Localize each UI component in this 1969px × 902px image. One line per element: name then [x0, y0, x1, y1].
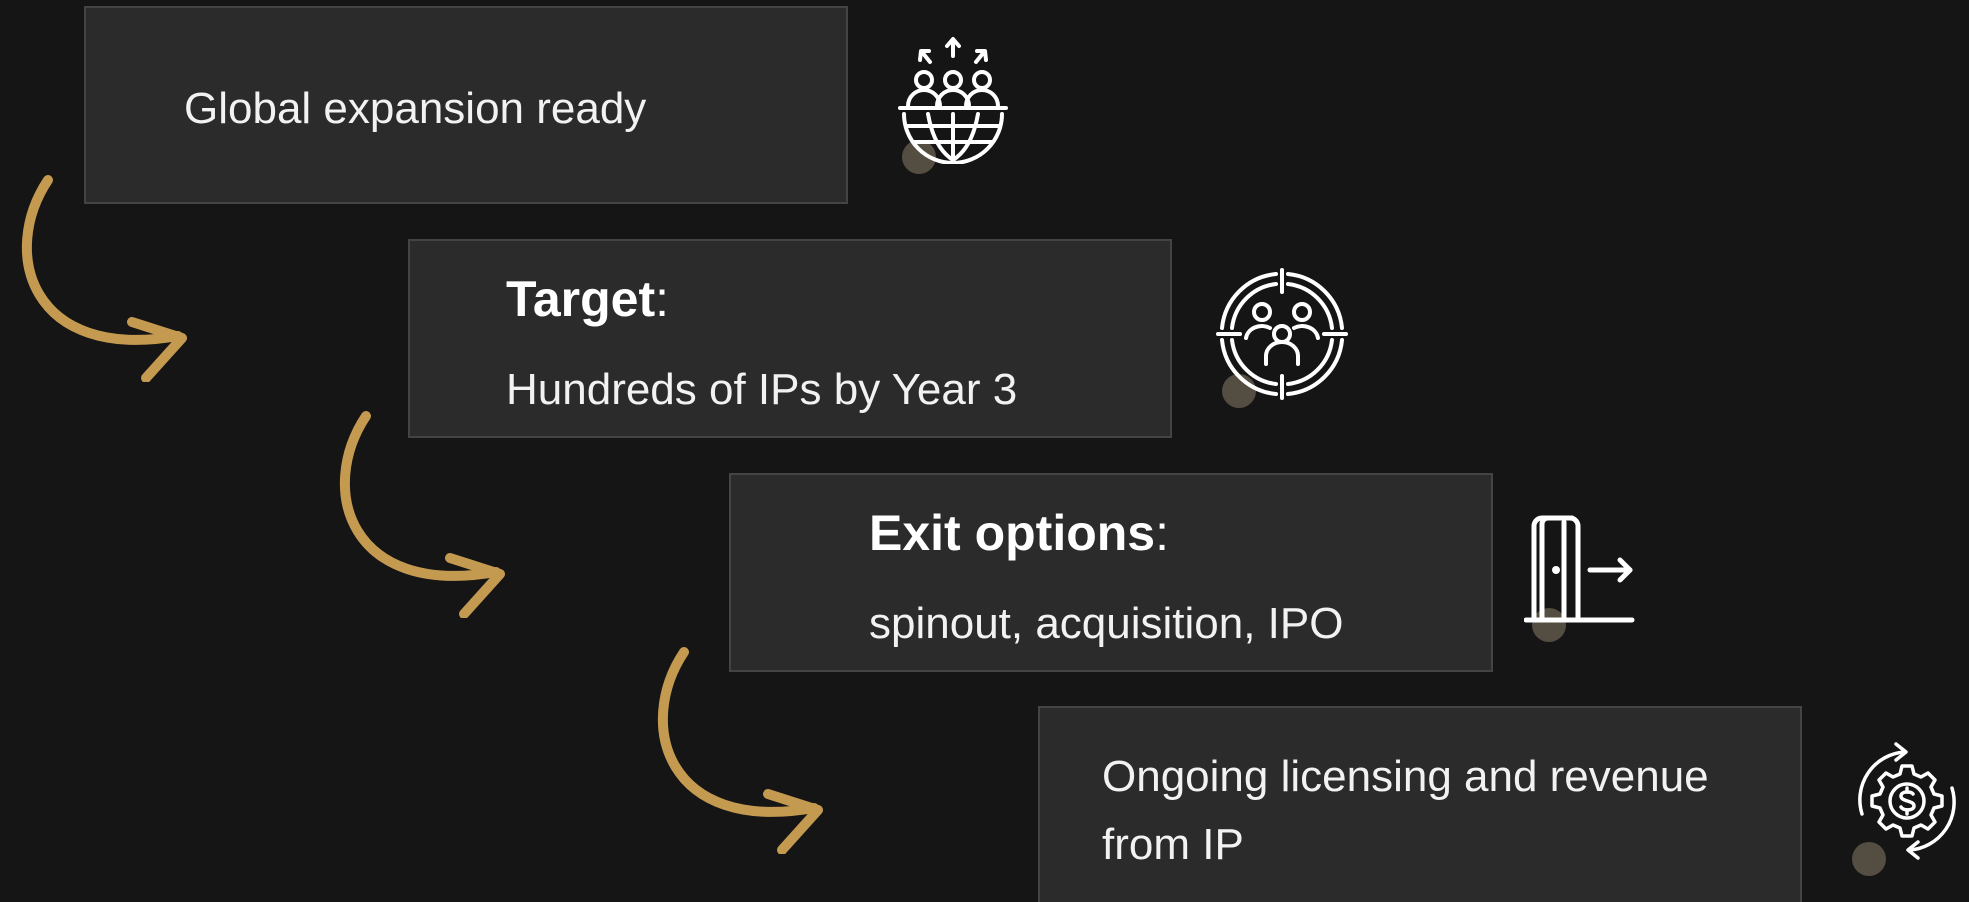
- step-card-global-expansion: Global expansion ready: [84, 6, 848, 204]
- door-exit-icon: [1524, 515, 1635, 623]
- step-title-bold: Target: [506, 271, 656, 327]
- step-title: Exit options:: [869, 503, 1169, 563]
- step-title: Target:: [506, 269, 669, 329]
- step-diagram: Global expansion ready Target: Hundreds …: [0, 0, 1969, 902]
- step-text-line-1: Ongoing licensing and revenue: [1102, 752, 1709, 801]
- flow-arrow-1: [22, 175, 187, 382]
- flow-arrow-2: [340, 411, 505, 618]
- step-card-ongoing-licensing: Ongoing licensing and revenue from IP: [1038, 706, 1802, 902]
- step-text: Hundreds of IPs by Year 3: [506, 365, 1018, 414]
- flow-arrow-3: [658, 647, 823, 854]
- global-team-expansion-icon: [898, 37, 1008, 164]
- step-text: Global expansion ready: [184, 84, 647, 133]
- step-card-exit-options: Exit options: spinout, acquisition, IPO: [729, 473, 1493, 672]
- gear-dollar-cycle-icon: [1858, 742, 1956, 860]
- step-card-target: Target: Hundreds of IPs by Year 3: [408, 239, 1172, 438]
- step-title-bold: Exit options: [869, 505, 1156, 561]
- target-team-icon: [1216, 268, 1348, 400]
- step-text-line-2: from IP: [1102, 820, 1244, 869]
- step-title-colon: :: [655, 271, 670, 327]
- step-text: spinout, acquisition, IPO: [869, 599, 1344, 648]
- step-title-colon: :: [1155, 505, 1170, 561]
